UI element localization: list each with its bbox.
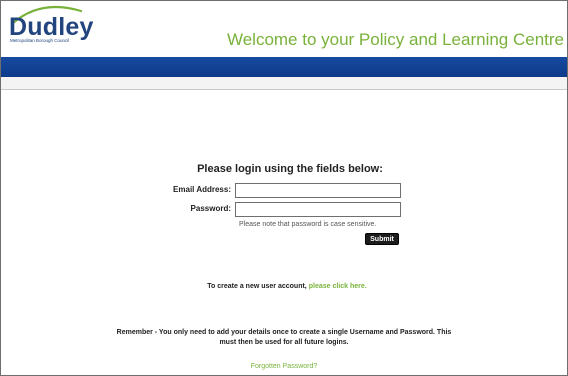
- create-account-prompt: To create a new user account,: [207, 283, 307, 290]
- submit-button[interactable]: Submit: [365, 233, 399, 245]
- remember-note-line-2: must then be used for all future logins.: [219, 339, 349, 346]
- password-label: Password:: [190, 204, 231, 213]
- page-frame: Dudley Metropolitan Borough Council Welc…: [0, 0, 568, 376]
- remember-note: Remember - You only need to add your det…: [1, 328, 567, 348]
- logo-wordmark: Dudley: [9, 13, 94, 41]
- password-field[interactable]: [235, 202, 401, 217]
- create-account-link[interactable]: please click here.: [309, 283, 367, 290]
- remember-note-line-1: Remember - You only need to add your det…: [116, 329, 452, 336]
- site-title: Welcome to your Policy and Learning Cent…: [226, 30, 564, 49]
- dudley-logo[interactable]: Dudley Metropolitan Borough Council: [7, 3, 93, 47]
- password-row: Password:: [1, 202, 567, 218]
- create-account-line: To create a new user account, please cli…: [1, 283, 567, 290]
- site-header: Dudley Metropolitan Borough Council Welc…: [1, 1, 567, 57]
- forgotten-password-link[interactable]: Forgotten Password?: [1, 363, 567, 370]
- email-label: Email Address:: [173, 185, 231, 194]
- logo-subtitle: Metropolitan Borough Council: [10, 38, 70, 43]
- email-field[interactable]: [235, 183, 401, 198]
- sub-navigation-bar: [1, 77, 567, 90]
- password-case-note: Please note that password is case sensit…: [239, 221, 377, 228]
- login-heading: Please login using the fields below:: [197, 163, 383, 175]
- navigation-bar: [1, 57, 567, 77]
- email-row: Email Address:: [1, 183, 567, 199]
